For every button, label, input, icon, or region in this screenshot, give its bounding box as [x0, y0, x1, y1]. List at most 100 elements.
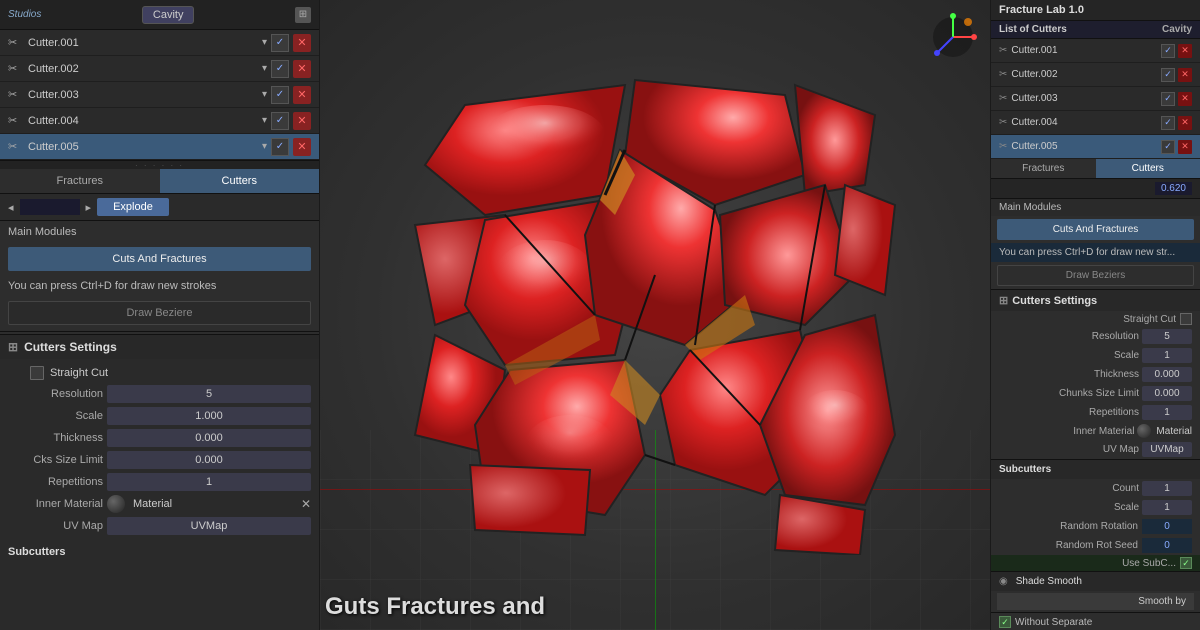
uv-map-value[interactable]: UVMap [107, 517, 311, 535]
cutter-x-4[interactable]: ✕ [293, 112, 311, 130]
r-random-rot-seed-value[interactable]: 0 [1142, 538, 1192, 553]
r-value-row: 0.620 [991, 179, 1200, 199]
right-panel-header: Fracture Lab 1.0 [991, 0, 1200, 21]
scale-label: Scale [8, 410, 103, 422]
r-cutter-icon-3: ✂ [999, 93, 1007, 104]
r-use-subc-checkbox[interactable]: ✓ [1180, 557, 1192, 569]
material-close-button[interactable]: ✕ [301, 497, 311, 511]
r-x-3[interactable]: ✕ [1178, 92, 1192, 106]
scale-value[interactable]: 1.000 [107, 407, 311, 425]
chunks-size-value[interactable]: 0.000 [107, 451, 311, 469]
r-tab-fractures[interactable]: Fractures [991, 159, 1096, 178]
cutter-x-1[interactable]: ✕ [293, 34, 311, 52]
r-cutter-row-5[interactable]: ✂ Cutter.005 ✓ ✕ [991, 135, 1200, 159]
cutter-x-3[interactable]: ✕ [293, 86, 311, 104]
r-cutters-settings-header: ⊞ Cutters Settings [991, 289, 1200, 311]
cutter-check-3[interactable]: ✓ [271, 86, 289, 104]
thickness-value[interactable]: 0.000 [107, 429, 311, 447]
repetitions-value[interactable]: 1 [107, 473, 311, 491]
r-scale-s-value[interactable]: 1 [1142, 500, 1192, 515]
r-repetitions-value[interactable]: 1 [1142, 405, 1192, 420]
r-x-4[interactable]: ✕ [1178, 116, 1192, 130]
r-resolution-value[interactable]: 5 [1142, 329, 1192, 344]
tab-cutters[interactable]: Cutters [160, 169, 320, 193]
tab-fractures[interactable]: Fractures [0, 169, 160, 193]
r-info-text: You can press Ctrl+D for draw new str... [991, 243, 1200, 262]
inner-material-label: Inner Material [8, 498, 103, 510]
r-scale-value[interactable]: 1 [1142, 348, 1192, 363]
r-cuts-fractures-button[interactable]: Cuts And Fractures [997, 219, 1194, 240]
cutter-name-1: Cutter.001 [28, 37, 262, 49]
r-check-5[interactable]: ✓ [1161, 140, 1175, 154]
cutter-arrow-5: ▾ [262, 141, 267, 152]
r-without-separate-check[interactable]: ✓ [999, 616, 1011, 628]
cutter-check-5[interactable]: ✓ [271, 138, 289, 156]
r-tab-cutters[interactable]: Cutters [1096, 159, 1200, 178]
cutter-check-2[interactable]: ✓ [271, 60, 289, 78]
cutter-row-4[interactable]: ✂ Cutter.004 ▾ ✓ ✕ [0, 108, 319, 134]
cutter-arrow-1: ▾ [262, 37, 267, 48]
r-count-value[interactable]: 1 [1142, 481, 1192, 496]
r-x-1[interactable]: ✕ [1178, 44, 1192, 58]
r-grid-icon: ⊞ [999, 294, 1008, 307]
center-viewport[interactable]: Guts Fractures and [320, 0, 990, 630]
r-cutter-row-1[interactable]: ✂ Cutter.001 ✓ ✕ [991, 39, 1200, 63]
settings-content: Straight Cut Resolution 5 Scale 1.000 Th… [0, 359, 319, 630]
r-thickness-value[interactable]: 0.000 [1142, 367, 1192, 382]
resize-handle[interactable]: · · · · · · [0, 161, 319, 169]
nav-arrow-right[interactable]: ▸ [86, 201, 92, 214]
cutter-check-4[interactable]: ✓ [271, 112, 289, 130]
cutter-x-2[interactable]: ✕ [293, 60, 311, 78]
r-check-3[interactable]: ✓ [1161, 92, 1175, 106]
r-random-rotation-value[interactable]: 0 [1142, 519, 1192, 534]
r-cutter-row-4[interactable]: ✂ Cutter.004 ✓ ✕ [991, 111, 1200, 135]
r-without-separate-label: Without Separate [1015, 617, 1092, 628]
cuts-fractures-button[interactable]: Cuts And Fractures [8, 247, 311, 271]
cutter-row-3[interactable]: ✂ Cutter.003 ▾ ✓ ✕ [0, 82, 319, 108]
r-cutter-name-4: Cutter.004 [1011, 117, 1161, 128]
nav-arrow-left[interactable]: ◂ [8, 201, 14, 214]
r-check-1[interactable]: ✓ [1161, 44, 1175, 58]
r-inner-material-value: Material [1156, 426, 1192, 437]
r-cutter-row-3[interactable]: ✂ Cutter.003 ✓ ✕ [991, 87, 1200, 111]
cutter-row-5[interactable]: ✂ Cutter.005 ▾ ✓ ✕ [0, 134, 319, 160]
r-shade-smooth-header: ◉ Shade Smooth [991, 571, 1200, 591]
cutter-icon-4: ✂ [8, 114, 22, 128]
r-smooth-by-button[interactable]: Smooth by [997, 593, 1194, 610]
r-explode-value[interactable]: 0.620 [1155, 182, 1192, 195]
r-x-5[interactable]: ✕ [1178, 140, 1192, 154]
explode-button[interactable]: Explode [97, 198, 169, 216]
r-x-2[interactable]: ✕ [1178, 68, 1192, 82]
r-cutter-icon-5: ✂ [999, 141, 1007, 152]
cutter-name-3: Cutter.003 [28, 89, 262, 101]
uv-map-label: UV Map [8, 520, 103, 532]
cutter-check-1[interactable]: ✓ [271, 34, 289, 52]
cutter-x-5[interactable]: ✕ [293, 138, 311, 156]
cutter-name-4: Cutter.004 [28, 115, 262, 127]
resolution-value[interactable]: 5 [107, 385, 311, 403]
r-straight-cut-checkbox[interactable] [1180, 313, 1192, 325]
cavity-label-right: Cavity [1162, 24, 1192, 35]
r-check-4[interactable]: ✓ [1161, 116, 1175, 130]
r-chunks-value[interactable]: 0.000 [1142, 386, 1192, 401]
r-cutter-name-2: Cutter.002 [1011, 69, 1161, 80]
mode-icon[interactable]: ⊞ [295, 7, 311, 23]
cutter-row-2[interactable]: ✂ Cutter.002 ▾ ✓ ✕ [0, 56, 319, 82]
r-subcutters-header: Subcutters [991, 459, 1200, 479]
straight-cut-checkbox[interactable] [30, 366, 44, 380]
explode-value-field[interactable]: 0.620 [20, 199, 80, 215]
draw-bezier-button[interactable]: Draw Beziere [8, 301, 311, 325]
r-uv-map-row: UV Map UVMap [991, 440, 1200, 459]
r-scale-s-row: Scale 1 [991, 498, 1200, 517]
r-check-2[interactable]: ✓ [1161, 68, 1175, 82]
viewport-background: Guts Fractures and [320, 0, 990, 630]
left-top-header: Studios Cavity ⊞ [0, 0, 319, 30]
r-uv-map-value[interactable]: UVMap [1142, 442, 1192, 457]
r-cutter-icon-1: ✂ [999, 45, 1007, 56]
cavity-button[interactable]: Cavity [142, 6, 195, 24]
cutter-row-1[interactable]: ✂ Cutter.001 ▾ ✓ ✕ [0, 30, 319, 56]
r-resolution-label: Resolution [999, 331, 1139, 342]
r-draw-bezier-button[interactable]: Draw Beziers [997, 265, 1194, 286]
r-cutter-row-2[interactable]: ✂ Cutter.002 ✓ ✕ [991, 63, 1200, 87]
cutter-icon-1: ✂ [8, 36, 22, 50]
